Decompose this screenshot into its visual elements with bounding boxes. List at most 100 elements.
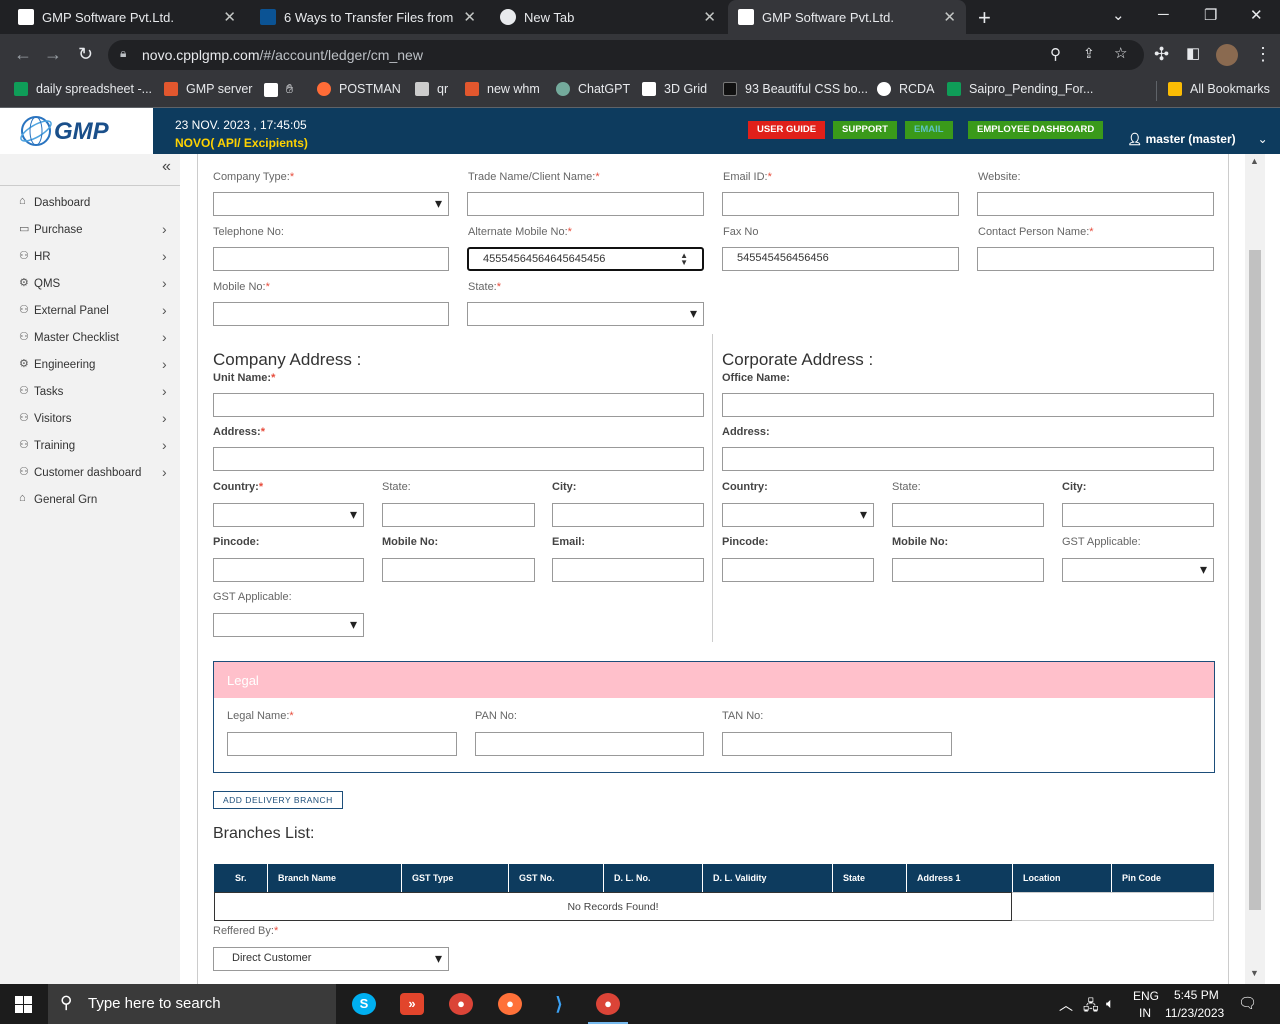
company-pincode-input[interactable] bbox=[213, 558, 364, 582]
add-delivery-branch-button[interactable]: ADD DELIVERY BRANCH bbox=[213, 791, 343, 809]
sidebar-item-dashboard[interactable]: ⌂ Dashboard bbox=[0, 191, 180, 218]
mobile-input[interactable] bbox=[213, 302, 449, 326]
back-icon[interactable]: ← bbox=[14, 44, 32, 65]
minimize-icon[interactable]: ─ bbox=[1158, 6, 1169, 23]
bookmark-star-icon[interactable]: ☆ bbox=[1114, 44, 1127, 62]
tray-chevron-up-icon[interactable]: ︿ bbox=[1059, 995, 1073, 1015]
firefox-icon[interactable]: ● bbox=[498, 993, 522, 1015]
bookmark-saipro[interactable]: Saipro_Pending_For... bbox=[947, 82, 1093, 96]
office-name-input[interactable] bbox=[722, 393, 1214, 417]
maximize-icon[interactable]: ❐ bbox=[1204, 6, 1217, 24]
chrome-menu-icon[interactable]: ⋮ bbox=[1254, 44, 1272, 65]
sidebar-item-tasks[interactable]: ⚇ Tasks › bbox=[0, 380, 180, 407]
company-gst-select[interactable] bbox=[213, 613, 364, 637]
browser-tab-1[interactable]: GMP Software Pvt.Ltd. ✕ bbox=[8, 0, 246, 34]
corporate-address-input[interactable] bbox=[722, 447, 1214, 471]
sidebar-item-purchase[interactable]: ▭ Purchase › bbox=[0, 218, 180, 245]
address-bar[interactable]: 🔒︎ novo.cpplgmp.com/#/account/ledger/cm_… bbox=[108, 40, 1144, 70]
legal-name-input[interactable] bbox=[227, 732, 457, 756]
bookmark-gmp-server[interactable]: GMP server bbox=[164, 82, 252, 96]
bookmark-new-whm[interactable]: new whm bbox=[465, 82, 540, 96]
corporate-mobile-input[interactable] bbox=[892, 558, 1044, 582]
scrollbar-thumb[interactable] bbox=[1249, 250, 1261, 910]
fax-input[interactable]: 545545456456456 bbox=[722, 247, 959, 271]
pan-input[interactable] bbox=[475, 732, 704, 756]
company-mobile-input[interactable] bbox=[382, 558, 535, 582]
contact-person-input[interactable] bbox=[977, 247, 1214, 271]
corporate-state-input[interactable] bbox=[892, 503, 1044, 527]
volume-icon[interactable]: 🔈︎ bbox=[1106, 995, 1114, 1012]
unit-name-input[interactable] bbox=[213, 393, 704, 417]
network-icon[interactable]: 🖧︎ bbox=[1083, 995, 1099, 1019]
bookmark-css-buttons[interactable]: 93 Beautiful CSS bo... bbox=[723, 82, 868, 96]
sidebar-item-hr[interactable]: ⚇ HR › bbox=[0, 245, 180, 272]
chrome-icon[interactable]: ● bbox=[449, 993, 473, 1015]
taskbar-search[interactable]: ⚲ Type here to search bbox=[48, 984, 336, 1024]
sidebar-item-training[interactable]: ⚇ Training › bbox=[0, 434, 180, 461]
sidebar-item-qms[interactable]: ⚙ QMS › bbox=[0, 272, 180, 299]
input-region[interactable]: IN bbox=[1139, 1006, 1151, 1020]
clock-time[interactable]: 5:45 PM bbox=[1174, 988, 1219, 1002]
bookmark-chatgpt[interactable]: ChatGPT bbox=[556, 82, 630, 96]
corporate-city-input[interactable] bbox=[1062, 503, 1214, 527]
bookmark-daily-spreadsheet[interactable]: daily spreadsheet -... bbox=[14, 82, 152, 96]
vscode-icon[interactable]: ⟩ bbox=[547, 993, 571, 1015]
sidebar-item-customer-dashboard[interactable]: ⚇ Customer dashboard › bbox=[0, 461, 180, 488]
employee-dashboard-button[interactable]: EMPLOYEE DASHBOARD bbox=[968, 121, 1104, 139]
corporate-country-select[interactable] bbox=[722, 503, 874, 527]
anydesk-icon[interactable]: » bbox=[400, 993, 424, 1015]
trade-name-input[interactable] bbox=[467, 192, 704, 216]
website-input[interactable] bbox=[977, 192, 1214, 216]
input-language[interactable]: ENG bbox=[1133, 989, 1159, 1003]
all-bookmarks[interactable]: All Bookmarks bbox=[1168, 82, 1270, 96]
company-state-input[interactable] bbox=[382, 503, 535, 527]
alt-mobile-input[interactable]: 45554564564645645456 ▲ ▼ bbox=[467, 247, 704, 271]
bookmark-3d-grid[interactable]: 3D Grid bbox=[642, 82, 707, 96]
close-window-icon[interactable]: ✕ bbox=[1250, 6, 1263, 24]
browser-tab-2[interactable]: 6 Ways to Transfer Files from PC ✕ bbox=[250, 0, 486, 34]
zoom-icon[interactable]: ⚲ bbox=[1050, 45, 1061, 63]
company-country-select[interactable] bbox=[213, 503, 364, 527]
new-tab-icon[interactable]: + bbox=[978, 5, 991, 31]
reload-icon[interactable]: ↻ bbox=[78, 44, 93, 65]
collapse-sidebar-icon[interactable]: « bbox=[162, 158, 171, 176]
sidebar-item-visitors[interactable]: ⚇ Visitors › bbox=[0, 407, 180, 434]
sidebar-item-general-grn[interactable]: ⌂ General Grn bbox=[0, 488, 180, 515]
sidebar-item-engineering[interactable]: ⚙ Engineering › bbox=[0, 353, 180, 380]
skype-icon[interactable]: S bbox=[352, 993, 376, 1015]
extensions-icon[interactable]: ✣ bbox=[1154, 44, 1169, 65]
tan-input[interactable] bbox=[722, 732, 952, 756]
spinner-icon[interactable]: ▲ ▼ bbox=[680, 252, 688, 267]
close-tab-icon[interactable]: ✕ bbox=[703, 8, 716, 26]
share-icon[interactable]: ⇪ bbox=[1083, 45, 1095, 62]
bookmark-code[interactable]: ✋︎ bbox=[264, 82, 293, 97]
sidebar-item-external-panel[interactable]: ⚇ External Panel › bbox=[0, 299, 180, 326]
close-tab-icon[interactable]: ✕ bbox=[463, 8, 476, 26]
clock-date[interactable]: 11/23/2023 bbox=[1165, 1006, 1224, 1020]
company-email-input[interactable] bbox=[552, 558, 704, 582]
corporate-gst-select[interactable] bbox=[1062, 558, 1214, 582]
bookmark-postman[interactable]: POSTMAN bbox=[317, 82, 401, 96]
browser-tab-3[interactable]: New Tab ✕ bbox=[490, 0, 726, 34]
company-city-input[interactable] bbox=[552, 503, 704, 527]
user-menu[interactable]: 👤︎ master (master) ⌄ bbox=[1127, 132, 1268, 146]
email-button[interactable]: EMAIL bbox=[905, 121, 953, 139]
bookmark-qr[interactable]: qr bbox=[415, 82, 448, 96]
telephone-input[interactable] bbox=[213, 247, 449, 271]
side-panel-icon[interactable]: ◧ bbox=[1186, 44, 1200, 62]
support-button[interactable]: SUPPORT bbox=[833, 121, 897, 139]
company-type-select[interactable] bbox=[213, 192, 449, 216]
forward-icon[interactable]: → bbox=[44, 44, 62, 65]
close-tab-icon[interactable]: ✕ bbox=[223, 8, 236, 26]
page-scrollbar[interactable]: ▲ ▼ bbox=[1245, 154, 1265, 984]
referred-by-select[interactable]: Direct Customer bbox=[213, 947, 449, 971]
windows-start-icon[interactable] bbox=[15, 996, 32, 1013]
notifications-icon[interactable]: 🗨︎ bbox=[1238, 994, 1257, 1012]
scroll-down-icon[interactable]: ▼ bbox=[1250, 968, 1259, 978]
user-guide-button[interactable]: USER GUIDE bbox=[748, 121, 826, 139]
company-address-input[interactable] bbox=[213, 447, 704, 471]
email-id-input[interactable] bbox=[722, 192, 959, 216]
sidebar-item-master-checklist[interactable]: ⚇ Master Checklist › bbox=[0, 326, 180, 353]
corporate-pincode-input[interactable] bbox=[722, 558, 874, 582]
chrome-active-icon[interactable]: ● bbox=[596, 993, 620, 1015]
